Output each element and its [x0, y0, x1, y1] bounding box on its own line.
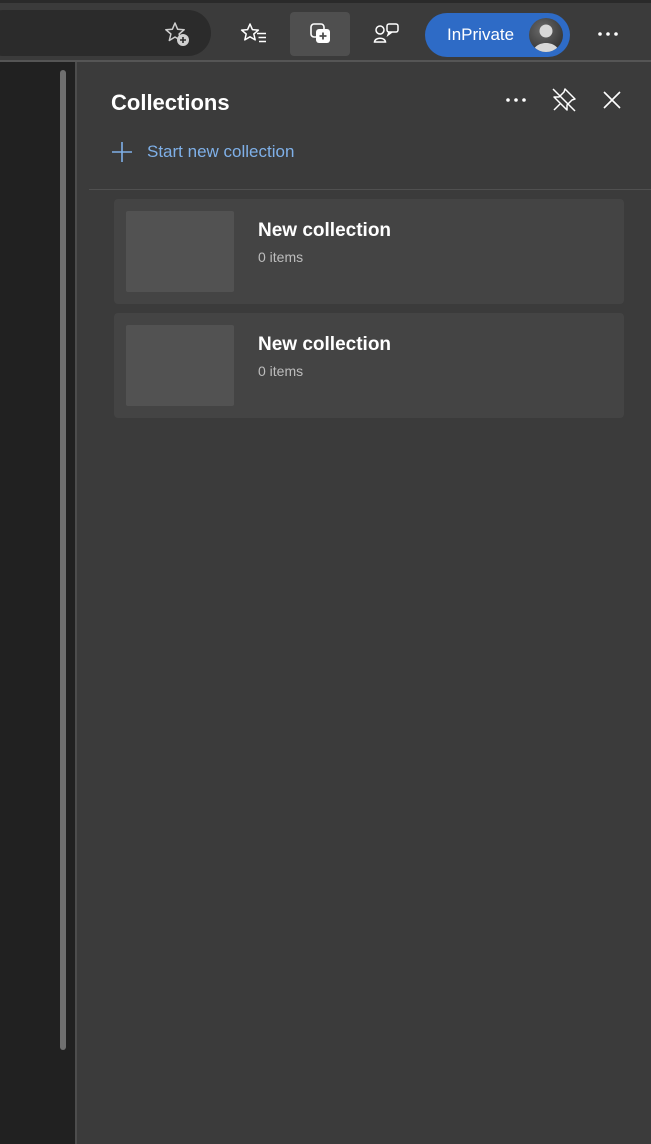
- inprivate-label: InPrivate: [447, 25, 515, 44]
- plus-icon: [112, 142, 132, 162]
- collections-panel: Collections Start new collection New col…: [77, 62, 651, 1144]
- feedback-button[interactable]: [356, 12, 416, 56]
- more-icon: [598, 32, 618, 36]
- panel-more-button[interactable]: [499, 83, 533, 117]
- star-add-icon: [165, 22, 189, 46]
- avatar: [529, 18, 563, 52]
- collection-title: New collection: [258, 220, 392, 241]
- profile-silhouette-icon: [533, 24, 559, 52]
- close-panel-button[interactable]: [595, 83, 629, 117]
- settings-more-button[interactable]: [579, 12, 639, 56]
- collection-card[interactable]: New collection 0 items: [114, 199, 624, 304]
- start-new-collection-label: Start new collection: [147, 142, 295, 161]
- collection-item-count: 0 items: [258, 363, 304, 379]
- favorites-button[interactable]: [224, 12, 284, 56]
- collection-card[interactable]: New collection 0 items: [114, 313, 624, 418]
- favorites-icon: [240, 23, 266, 43]
- feedback-icon: [373, 23, 399, 43]
- add-favorite-button[interactable]: [158, 15, 196, 53]
- collections-button[interactable]: [290, 12, 350, 56]
- inprivate-profile-button[interactable]: InPrivate: [425, 13, 570, 57]
- collection-thumbnail: [126, 211, 234, 292]
- page-scrollbar[interactable]: [60, 70, 66, 1050]
- unpin-icon: [552, 88, 576, 112]
- start-new-collection-button[interactable]: Start new collection: [111, 140, 294, 164]
- unpin-button[interactable]: [547, 83, 581, 117]
- collection-item-count: 0 items: [258, 249, 304, 265]
- browser-toolbar: InPrivate: [0, 0, 651, 62]
- panel-title: Collections: [111, 90, 230, 115]
- close-icon: [603, 91, 621, 109]
- more-icon: [506, 98, 526, 102]
- collection-title: New collection: [258, 334, 392, 355]
- collection-thumbnail: [126, 325, 234, 406]
- collections-icon: [310, 23, 330, 43]
- panel-divider: [89, 189, 651, 190]
